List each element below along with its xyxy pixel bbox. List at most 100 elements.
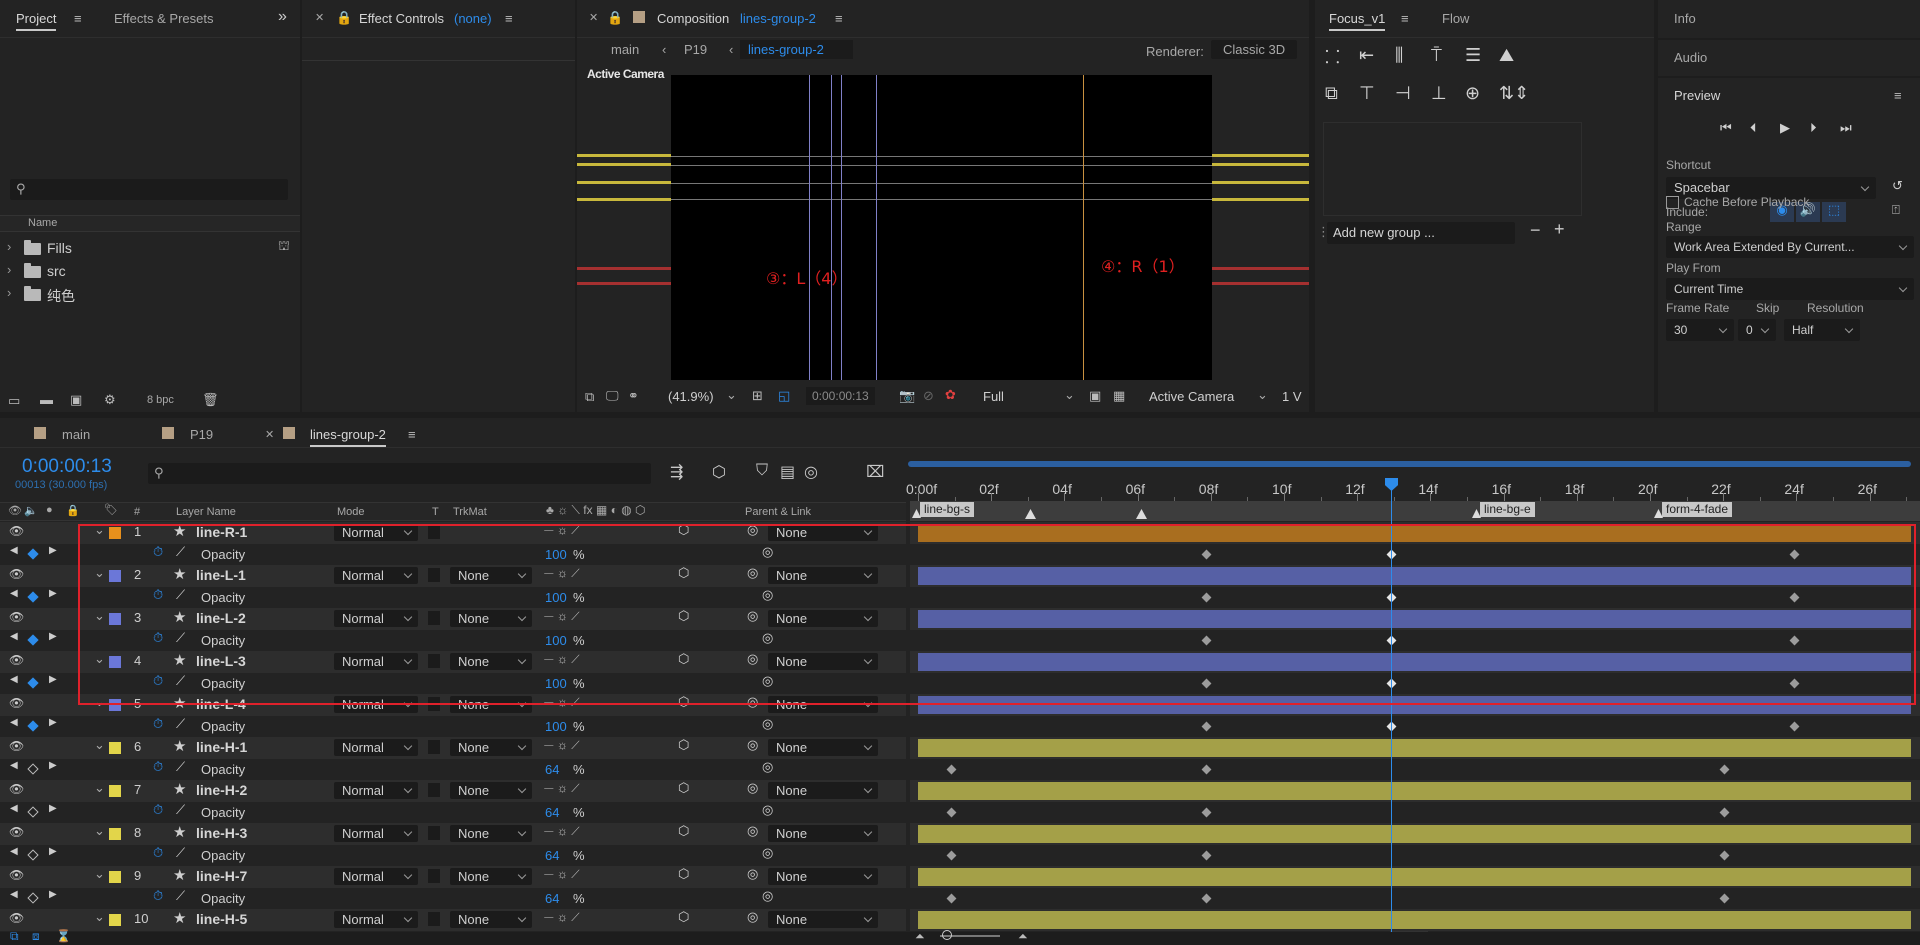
previous-frame-icon[interactable]: ⏴ (1750, 120, 1757, 136)
3d-layer-icon[interactable]: ⬡ (678, 780, 689, 796)
keyframe[interactable] (1201, 893, 1212, 903)
list-item[interactable]: › src (0, 261, 300, 282)
3d-layer-icon[interactable]: ⬡ (678, 823, 689, 839)
graph-icon[interactable]: ⟋ (176, 716, 185, 732)
expression-pick-whip-icon[interactable]: ◎ (762, 845, 773, 861)
tab-lines-group-2[interactable]: lines-group-2 (310, 427, 386, 447)
property-value[interactable]: 100 (545, 719, 567, 734)
preview-toggle-icon[interactable]: ⧉ (585, 389, 594, 405)
property-track[interactable] (910, 758, 1920, 780)
visibility-icon[interactable]: 👁 (9, 825, 24, 839)
shy-layers-icon[interactable]: ⛉ (756, 462, 768, 480)
breadcrumb-p19[interactable]: P19 (684, 42, 707, 57)
chevron-down-icon[interactable]: ⌄ (1257, 387, 1268, 403)
property-row[interactable]: ◀ ▶ ⏱ ⟋ Opacity 64% ◎ (0, 887, 906, 909)
comp-marker[interactable]: line-bg-s (920, 502, 975, 517)
mode-dropdown[interactable]: Normal (334, 782, 418, 799)
layer-name-column-label[interactable]: Layer Name (176, 506, 236, 518)
keyframe[interactable] (1201, 807, 1212, 817)
menu-icon[interactable]: ≡ (1401, 11, 1409, 26)
expression-pick-whip-icon[interactable]: ◎ (762, 802, 773, 818)
previous-keyframe-icon[interactable]: ◀ (10, 545, 18, 556)
select-icon[interactable]: ⸬ (1325, 45, 1340, 69)
keyframe[interactable] (1201, 721, 1212, 731)
list-item[interactable]: › Fills ⛫ (0, 238, 300, 259)
previous-keyframe-icon[interactable]: ◀ (10, 717, 18, 728)
renderer-value[interactable]: Classic 3D (1211, 40, 1298, 59)
distribute-icon[interactable]: ⫼ (1395, 45, 1403, 66)
play-from-dropdown[interactable]: Current Time (1666, 278, 1914, 300)
search-input[interactable]: ⚲ (10, 179, 288, 200)
previous-keyframe-icon[interactable]: ◀ (10, 760, 18, 771)
comp-marker[interactable]: line-bg-e (1480, 502, 1535, 517)
expand-panels-icon[interactable]: » (278, 8, 287, 26)
lock-icon[interactable]: 🔒 (607, 10, 623, 26)
next-keyframe-icon[interactable]: ▶ (49, 803, 57, 814)
layer-row[interactable]: 👁 ⌄ 7 ★ line-H-2 Normal None ⏤ ☼ ⟋ ⬡ ◎ None (0, 780, 906, 802)
channel-icon[interactable]: ⊘ (923, 388, 934, 404)
menu-icon[interactable]: ≡ (408, 427, 416, 442)
layer-duration-bar[interactable] (918, 825, 1911, 843)
switches-icons[interactable]: ⏤ ☼ ⟋ (544, 738, 580, 753)
trkmat-dropdown[interactable]: None (450, 825, 532, 842)
close-icon[interactable]: ✕ (265, 428, 274, 441)
keyframe-icon[interactable] (27, 719, 39, 732)
expression-pick-whip-icon[interactable]: ◎ (762, 759, 773, 775)
parent-dropdown[interactable]: None (768, 868, 878, 885)
zoom-out-icon[interactable]: ⏶ (915, 929, 925, 944)
label-color[interactable] (109, 828, 121, 840)
next-keyframe-icon[interactable]: ▶ (49, 588, 57, 599)
property-track[interactable] (910, 887, 1920, 909)
visibility-icon[interactable]: 👁 (9, 782, 24, 796)
close-icon[interactable]: ✕ (589, 11, 598, 24)
chevron-right-icon[interactable]: › (7, 239, 11, 254)
layer-name[interactable]: line-H-2 (196, 782, 247, 798)
preserve-transparency[interactable] (428, 826, 440, 840)
trkmat-dropdown[interactable]: None (450, 868, 532, 885)
info-panel[interactable]: Info (1658, 0, 1920, 38)
camera-icon[interactable]: 📷 (899, 388, 915, 404)
focus-list[interactable] (1323, 122, 1582, 216)
interpret-footage-icon[interactable]: ▭ (8, 393, 20, 409)
last-frame-icon[interactable]: ⏭ (1840, 120, 1852, 136)
comp-viewer[interactable]: Active Camera ③：L（4） ④：R（1） (577, 60, 1309, 380)
collapse-icon[interactable]: ⌄ (94, 780, 105, 796)
layer-track[interactable] (910, 909, 1920, 931)
layer-track[interactable] (910, 866, 1920, 888)
next-keyframe-icon[interactable]: ▶ (49, 545, 57, 556)
keyframe[interactable] (946, 893, 957, 903)
visibility-icon[interactable]: 👁 (9, 696, 24, 710)
mode-dropdown[interactable]: Normal (334, 911, 418, 928)
breadcrumb-main[interactable]: main (611, 42, 639, 57)
grid-icon[interactable]: ⊞ (752, 388, 763, 404)
zoom-dropdown[interactable]: (41.9%) (668, 389, 714, 404)
mountain-icon[interactable]: ⛰ (1499, 45, 1514, 66)
switches-icons[interactable]: ⏤ ☼ ⟋ (544, 910, 580, 925)
reset-icon[interactable]: ↺ (1892, 178, 1903, 194)
keyframe-icon[interactable] (27, 891, 39, 904)
timeline-timecode[interactable]: 0:00:00:13 (22, 456, 112, 478)
label-color[interactable] (109, 785, 121, 797)
frame-blending-icon[interactable]: ▤ (780, 462, 795, 482)
chevron-down-icon[interactable]: ⌄ (1064, 387, 1075, 403)
bpc-label[interactable]: 8 bpc (147, 394, 174, 406)
lock-icon[interactable]: 🔒 (336, 10, 352, 26)
previous-keyframe-icon[interactable]: ◀ (10, 674, 18, 685)
keyframe-icon[interactable] (27, 805, 39, 818)
new-composition-icon[interactable]: ▣ (70, 392, 82, 408)
frame-rate-dropdown[interactable]: 30 (1666, 319, 1734, 341)
zoom-slider-handle[interactable] (942, 930, 952, 940)
next-keyframe-icon[interactable]: ▶ (49, 674, 57, 685)
new-folder-icon[interactable]: ▬ (40, 392, 53, 407)
trkmat-dropdown[interactable]: None (450, 911, 532, 928)
property-value[interactable]: 64 (545, 891, 559, 906)
first-frame-icon[interactable]: ⏮ (1720, 120, 1732, 136)
layer-row[interactable]: 👁 ⌄ 10 ★ line-H-5 Normal None ⏤ ☼ ⟋ ⬡ ◎ None (0, 909, 906, 931)
collapse-icon[interactable]: ⌄ (94, 909, 105, 925)
export-icon[interactable]: ⍐ (1892, 202, 1900, 218)
property-track[interactable] (910, 844, 1920, 866)
pick-whip-icon[interactable]: ◎ (747, 737, 758, 753)
pick-whip-icon[interactable]: ◎ (747, 909, 758, 925)
graph-icon[interactable]: ⟋ (176, 888, 185, 904)
close-icon[interactable]: ✕ (315, 11, 324, 24)
